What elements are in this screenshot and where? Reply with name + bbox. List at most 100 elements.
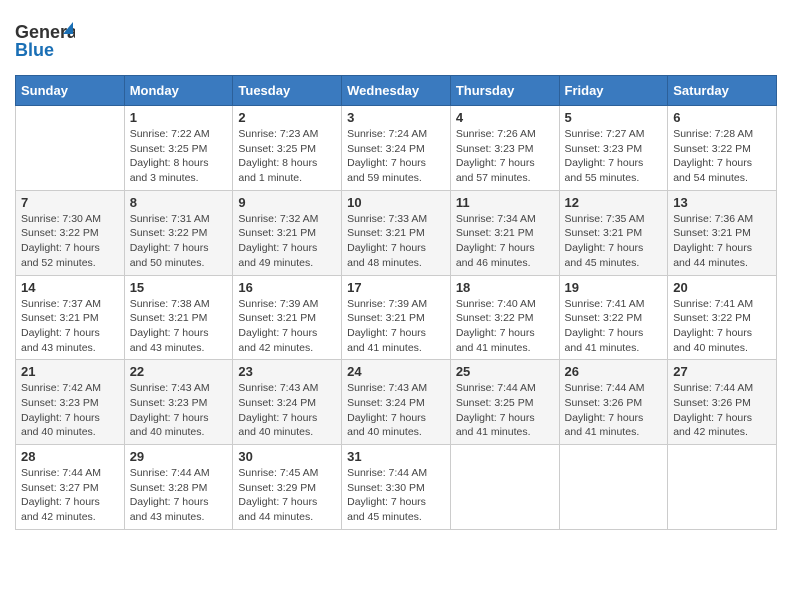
day-info: Sunrise: 7:23 AM Sunset: 3:25 PM Dayligh… [238,127,336,186]
calendar-cell: 11Sunrise: 7:34 AM Sunset: 3:21 PM Dayli… [450,190,559,275]
day-number: 25 [456,364,554,379]
svg-text:Blue: Blue [15,40,54,60]
day-number: 19 [565,280,663,295]
calendar-cell: 18 Sunrise: 7:40 AM Sunset: 3:22 PM Dayli… [450,275,559,360]
calendar-cell: 27Sunrise: 7:44 AM Sunset: 3:26 PM Dayli… [668,360,777,445]
day-info: Sunrise: 7:43 AM Sunset: 3:24 PM Dayligh… [347,381,445,440]
day-info: Sunrise: 7:35 AM Sunset: 3:21 PM Dayligh… [565,212,663,271]
day-number: 31 [347,449,445,464]
calendar-cell: 8 Sunrise: 7:31 AM Sunset: 3:22 PM Daylig… [124,190,233,275]
header-monday: Monday [124,76,233,106]
calendar-week-row: 14 Sunrise: 7:37 AM Sunset: 3:21 PM Dayli… [16,275,777,360]
day-number: 7 [21,195,119,210]
calendar-header-row: SundayMondayTuesdayWednesdayThursdayFrid… [16,76,777,106]
day-info: Sunrise: 7:39 AM Sunset: 3:21 PM Dayligh… [347,297,445,356]
day-info: Sunrise: 7:44 AM Sunset: 3:27 PM Dayligh… [21,466,119,525]
day-info: Sunrise: 7:44 AM Sunset: 3:28 PM Dayligh… [130,466,228,525]
day-number: 6 [673,110,771,125]
day-number: 12 [565,195,663,210]
page-header: General Blue [15,10,777,67]
calendar-cell: 26 Sunrise: 7:44 AM Sunset: 3:26 PM Dayli… [559,360,668,445]
calendar-cell: 23Sunrise: 7:43 AM Sunset: 3:24 PM Dayli… [233,360,342,445]
day-number: 10 [347,195,445,210]
day-info: Sunrise: 7:34 AM Sunset: 3:21 PM Dayligh… [456,212,554,271]
calendar-cell: 13 Sunrise: 7:36 AM Sunset: 3:21 PM Dayli… [668,190,777,275]
logo-svg: General Blue [15,18,75,62]
calendar-week-row: 7 Sunrise: 7:30 AM Sunset: 3:22 PM Daylig… [16,190,777,275]
day-info: Sunrise: 7:37 AM Sunset: 3:21 PM Dayligh… [21,297,119,356]
day-number: 14 [21,280,119,295]
day-number: 29 [130,449,228,464]
calendar-cell: 22 Sunrise: 7:43 AM Sunset: 3:23 PM Dayli… [124,360,233,445]
header-sunday: Sunday [16,76,125,106]
day-info: Sunrise: 7:45 AM Sunset: 3:29 PM Dayligh… [238,466,336,525]
calendar-cell: 30Sunrise: 7:45 AM Sunset: 3:29 PM Dayli… [233,445,342,530]
day-number: 28 [21,449,119,464]
calendar-cell: 6 Sunrise: 7:28 AM Sunset: 3:22 PM Daylig… [668,106,777,191]
day-info: Sunrise: 7:44 AM Sunset: 3:26 PM Dayligh… [565,381,663,440]
calendar-cell: 21Sunrise: 7:42 AM Sunset: 3:23 PM Dayli… [16,360,125,445]
calendar-week-row: 21Sunrise: 7:42 AM Sunset: 3:23 PM Dayli… [16,360,777,445]
calendar-cell: 5 Sunrise: 7:27 AM Sunset: 3:23 PM Daylig… [559,106,668,191]
calendar-cell: 14 Sunrise: 7:37 AM Sunset: 3:21 PM Dayli… [16,275,125,360]
day-number: 1 [130,110,228,125]
day-number: 23 [238,364,336,379]
day-number: 21 [21,364,119,379]
day-number: 15 [130,280,228,295]
day-info: Sunrise: 7:41 AM Sunset: 3:22 PM Dayligh… [673,297,771,356]
day-info: Sunrise: 7:33 AM Sunset: 3:21 PM Dayligh… [347,212,445,271]
calendar-week-row: 28 Sunrise: 7:44 AM Sunset: 3:27 PM Dayli… [16,445,777,530]
day-info: Sunrise: 7:40 AM Sunset: 3:22 PM Dayligh… [456,297,554,356]
day-number: 27 [673,364,771,379]
calendar-cell: 7 Sunrise: 7:30 AM Sunset: 3:22 PM Daylig… [16,190,125,275]
calendar-cell: 4 Sunrise: 7:26 AM Sunset: 3:23 PM Daylig… [450,106,559,191]
day-info: Sunrise: 7:26 AM Sunset: 3:23 PM Dayligh… [456,127,554,186]
calendar-cell [668,445,777,530]
calendar-cell: 17 Sunrise: 7:39 AM Sunset: 3:21 PM Dayli… [342,275,451,360]
calendar-cell: 15 Sunrise: 7:38 AM Sunset: 3:21 PM Dayli… [124,275,233,360]
day-number: 3 [347,110,445,125]
day-number: 24 [347,364,445,379]
calendar-cell: 2 Sunrise: 7:23 AM Sunset: 3:25 PM Daylig… [233,106,342,191]
day-info: Sunrise: 7:24 AM Sunset: 3:24 PM Dayligh… [347,127,445,186]
calendar-cell: 1 Sunrise: 7:22 AM Sunset: 3:25 PM Daylig… [124,106,233,191]
calendar-cell: 28 Sunrise: 7:44 AM Sunset: 3:27 PM Dayli… [16,445,125,530]
day-number: 20 [673,280,771,295]
day-number: 13 [673,195,771,210]
day-info: Sunrise: 7:38 AM Sunset: 3:21 PM Dayligh… [130,297,228,356]
header-friday: Friday [559,76,668,106]
calendar-cell: 24 Sunrise: 7:43 AM Sunset: 3:24 PM Dayli… [342,360,451,445]
calendar-cell: 12 Sunrise: 7:35 AM Sunset: 3:21 PM Dayli… [559,190,668,275]
calendar-cell [450,445,559,530]
calendar-week-row: 1 Sunrise: 7:22 AM Sunset: 3:25 PM Daylig… [16,106,777,191]
calendar-cell: 31Sunrise: 7:44 AM Sunset: 3:30 PM Dayli… [342,445,451,530]
day-number: 26 [565,364,663,379]
day-info: Sunrise: 7:30 AM Sunset: 3:22 PM Dayligh… [21,212,119,271]
day-info: Sunrise: 7:22 AM Sunset: 3:25 PM Dayligh… [130,127,228,186]
day-info: Sunrise: 7:36 AM Sunset: 3:21 PM Dayligh… [673,212,771,271]
day-info: Sunrise: 7:44 AM Sunset: 3:25 PM Dayligh… [456,381,554,440]
day-number: 22 [130,364,228,379]
day-info: Sunrise: 7:27 AM Sunset: 3:23 PM Dayligh… [565,127,663,186]
day-number: 17 [347,280,445,295]
day-info: Sunrise: 7:31 AM Sunset: 3:22 PM Dayligh… [130,212,228,271]
day-number: 4 [456,110,554,125]
calendar-table: SundayMondayTuesdayWednesdayThursdayFrid… [15,75,777,530]
calendar-cell [16,106,125,191]
day-info: Sunrise: 7:43 AM Sunset: 3:23 PM Dayligh… [130,381,228,440]
day-number: 5 [565,110,663,125]
logo: General Blue [15,18,75,67]
header-wednesday: Wednesday [342,76,451,106]
calendar-cell: 9Sunrise: 7:32 AM Sunset: 3:21 PM Daylig… [233,190,342,275]
day-number: 8 [130,195,228,210]
day-number: 18 [456,280,554,295]
calendar-cell: 10 Sunrise: 7:33 AM Sunset: 3:21 PM Dayli… [342,190,451,275]
day-number: 2 [238,110,336,125]
calendar-cell: 20 Sunrise: 7:41 AM Sunset: 3:22 PM Dayli… [668,275,777,360]
calendar-cell: 25 Sunrise: 7:44 AM Sunset: 3:25 PM Dayli… [450,360,559,445]
calendar-cell: 3 Sunrise: 7:24 AM Sunset: 3:24 PM Daylig… [342,106,451,191]
header-tuesday: Tuesday [233,76,342,106]
calendar-cell: 16Sunrise: 7:39 AM Sunset: 3:21 PM Dayli… [233,275,342,360]
day-number: 16 [238,280,336,295]
day-info: Sunrise: 7:28 AM Sunset: 3:22 PM Dayligh… [673,127,771,186]
